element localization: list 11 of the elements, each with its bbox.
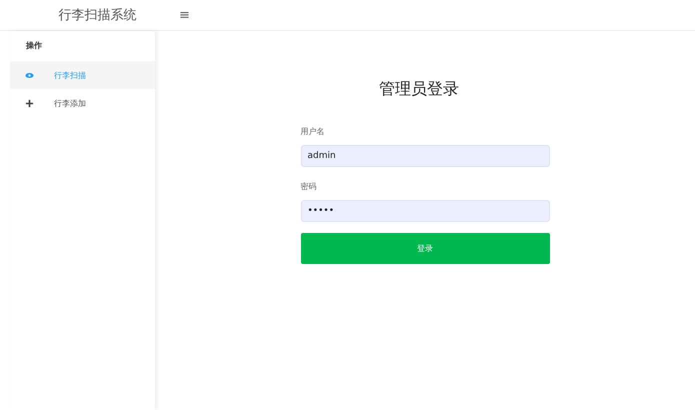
sidebar-heading: 操作 [24,40,43,52]
field-label: 用户名 [300,126,326,137]
plus-icon [25,98,34,108]
app-title: 行李扫描系统 [58,7,138,24]
sidebar-item[interactable]: 行李添加 [10,89,155,117]
username-field[interactable]: admin [300,145,550,167]
login-title: 管理员登录 [379,79,459,100]
menu-button[interactable]: ≡ [175,8,194,22]
eye-icon [25,70,34,80]
field-label: 密码 [300,181,318,192]
password-field[interactable]: ••••• [300,200,550,222]
